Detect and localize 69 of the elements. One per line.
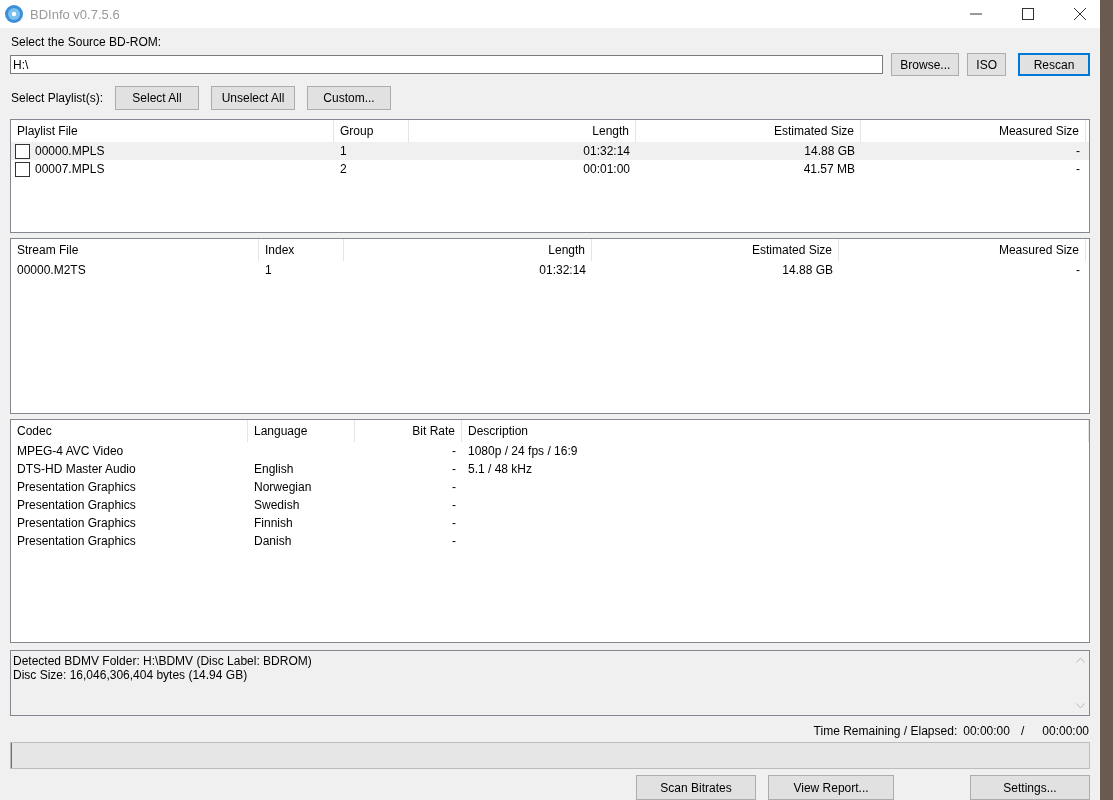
- table-cell-text: Presentation Graphics: [16, 480, 137, 494]
- table-cell-text: 01:32:14: [538, 263, 587, 277]
- table-cell: Norwegian: [254, 480, 312, 494]
- table-cell-text: 1: [339, 144, 348, 158]
- source-label: Select the Source BD-ROM:: [11, 35, 162, 49]
- column-header[interactable]: Index: [259, 239, 344, 261]
- table-cell: Danish: [254, 534, 292, 548]
- table-cell-text: 14.88 GB: [803, 144, 856, 158]
- table-cell-text: 41.57 MB: [802, 162, 856, 176]
- source-button[interactable]: Browse...: [891, 53, 960, 76]
- table-cell: English: [254, 462, 294, 476]
- column-header[interactable]: Language: [248, 420, 355, 442]
- checkbox[interactable]: [15, 143, 30, 159]
- column-header[interactable]: Estimated Size: [592, 239, 839, 261]
- playlist-row[interactable]: 00000.MPLS 1 01:32:14 14.88 GB -: [11, 142, 1089, 160]
- table-cell-text: -: [451, 498, 457, 512]
- table-cell: Swedish: [254, 498, 300, 512]
- table-cell-text: -: [451, 516, 457, 530]
- column-header[interactable]: Stream File: [11, 239, 259, 261]
- table-cell-text: 2: [339, 162, 348, 176]
- playlist-select-button[interactable]: Select All: [115, 86, 200, 110]
- time-elapsed: 00:00:00: [1042, 724, 1089, 738]
- table-cell-text: -: [451, 534, 457, 548]
- table-cell-text: 00:01:00: [582, 162, 631, 176]
- table-cell-text: -: [451, 462, 457, 476]
- table-cell-text: -: [451, 480, 457, 494]
- source-path-field[interactable]: H:\: [10, 55, 884, 74]
- disc-icon: [4, 4, 24, 24]
- table-cell: 00007.MPLS: [35, 162, 105, 176]
- column-header[interactable]: Bit Rate: [355, 420, 462, 442]
- table-cell: 1080p / 24 fps / 16:9: [468, 444, 578, 458]
- table-cell: 00000.MPLS: [35, 144, 105, 158]
- column-header[interactable]: Length: [344, 239, 592, 261]
- scan-bitrates-button[interactable]: Scan Bitrates: [636, 775, 756, 800]
- close-icon[interactable]: [1074, 8, 1086, 20]
- checkbox[interactable]: [15, 161, 30, 177]
- table-cell-text: 1: [264, 263, 273, 277]
- view-report-button[interactable]: View Report...: [768, 775, 894, 800]
- table-cell-text: 01:32:14: [582, 144, 631, 158]
- playlist-row[interactable]: 00007.MPLS 2 00:01:00 41.57 MB -: [11, 160, 1089, 178]
- table-cell-text: Presentation Graphics: [16, 534, 137, 548]
- table-cell-text: -: [1075, 162, 1081, 176]
- table-cell-text: 14.88 GB: [781, 263, 834, 277]
- time-separator: /: [1020, 724, 1025, 738]
- column-header[interactable]: Description: [462, 420, 1089, 442]
- window-title: BDInfo v0.7.5.6: [30, 6, 120, 22]
- table-cell-text: Presentation Graphics: [16, 498, 137, 512]
- maximize-icon[interactable]: [1022, 8, 1034, 20]
- log-line: Detected BDMV Folder: H:\BDMV (Disc Label: BDROM): [13, 654, 312, 668]
- playlist-select-label: Select Playlist(s):: [11, 91, 104, 105]
- time-label: Time Remaining / Elapsed:: [813, 724, 958, 738]
- playlist-select-button[interactable]: Custom...: [307, 86, 392, 110]
- time-remaining: 00:00:00: [963, 724, 1010, 738]
- table-cell-text: 00000.M2TS: [16, 263, 87, 277]
- playlist-select-button[interactable]: Unselect All: [211, 86, 296, 110]
- settings-button[interactable]: Settings...: [970, 775, 1090, 800]
- source-button[interactable]: Rescan: [1018, 53, 1090, 76]
- table-cell-text: Presentation Graphics: [16, 516, 137, 530]
- column-header[interactable]: Measured Size: [839, 239, 1086, 261]
- table-cell-text: -: [1075, 263, 1081, 277]
- table-cell: Finnish: [254, 516, 293, 530]
- source-button[interactable]: ISO: [967, 53, 1006, 76]
- table-cell-text: -: [451, 444, 457, 458]
- table-cell: 5.1 / 48 kHz: [468, 462, 533, 476]
- table-cell-text: DTS-HD Master Audio: [16, 462, 137, 476]
- log-line: Disc Size: 16,046,306,404 bytes (14.94 GB): [13, 668, 248, 682]
- table-cell-text: MPEG-4 AVC Video: [16, 444, 125, 458]
- table-cell-text: -: [1075, 144, 1081, 158]
- column-header[interactable]: Codec: [11, 420, 248, 442]
